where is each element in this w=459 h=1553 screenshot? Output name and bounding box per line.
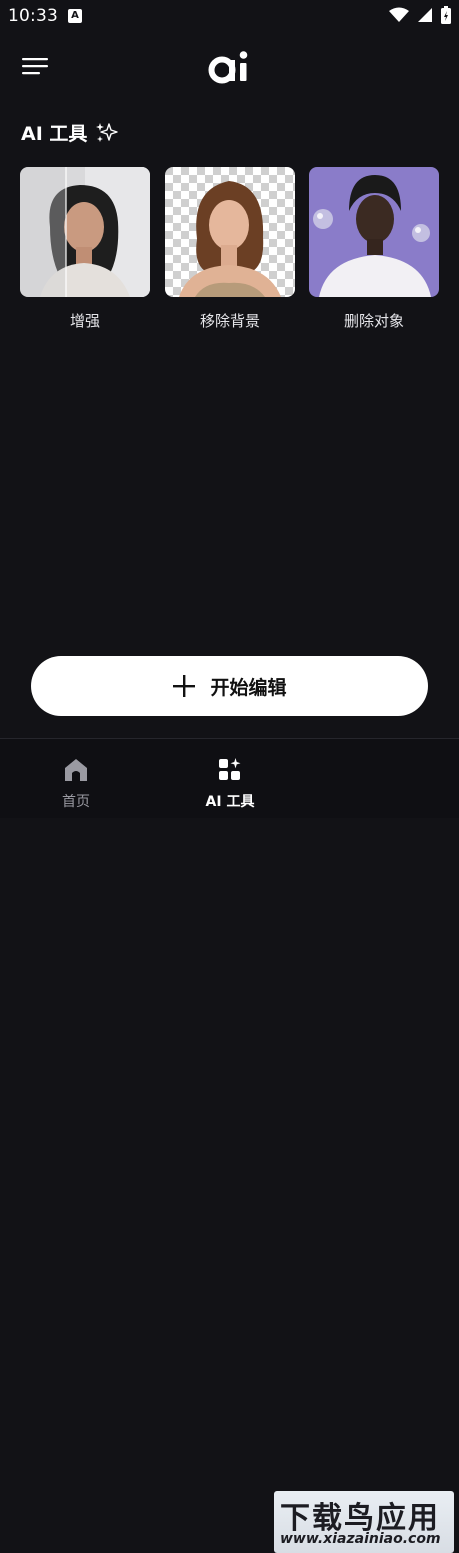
tab-home[interactable]: 首页 — [31, 757, 121, 811]
sparkle-icon — [96, 122, 119, 142]
remove-background-thumbnail — [165, 167, 295, 297]
watermark-logo: 下载鸟应用 www.xiazainiao.com — [274, 1491, 454, 1553]
tool-label-enhance: 增强 — [69, 312, 100, 330]
section-title: AI 工具 — [21, 119, 119, 146]
plus-icon — [173, 675, 196, 697]
start-editing-button[interactable]: 开始编辑 — [31, 656, 428, 716]
status-time: 10:33 — [8, 6, 58, 26]
battery-icon — [441, 6, 451, 24]
tool-card-enhance[interactable]: 增强 — [20, 167, 150, 331]
tool-card-remove-object[interactable]: 删除对象 — [309, 167, 439, 331]
tab-ai-tools[interactable]: AI 工具 — [185, 757, 275, 811]
status-bar: 10:33 A — [0, 0, 459, 32]
enhance-thumbnail — [20, 167, 150, 297]
home-icon — [65, 759, 87, 781]
remove-object-thumbnail — [309, 167, 439, 297]
tab-ai-tools-label: AI 工具 — [205, 794, 255, 810]
start-editing-label: 开始编辑 — [210, 676, 287, 699]
app-logo — [208, 50, 254, 84]
bottom-tab-bar: 首页 AI 工具 下载鸟应用 www.xiazainiao.com — [0, 738, 459, 1553]
signal-icon — [418, 8, 432, 22]
status-icons — [389, 6, 451, 24]
menu-button[interactable] — [22, 56, 50, 78]
menu-icon — [22, 58, 48, 75]
tool-label-remove-object: 删除对象 — [343, 312, 404, 330]
tool-label-remove-background: 移除背景 — [199, 312, 260, 330]
notification-icon: A — [68, 9, 82, 23]
apps-sparkle-icon — [219, 758, 241, 780]
tool-card-remove-background[interactable]: 移除背景 — [165, 167, 295, 331]
ai-tools-list: 增强 移除背景 删除对象 — [20, 167, 440, 337]
watermark-url: www.xiazainiao.com — [280, 1531, 441, 1547]
section-title-text: AI 工具 — [21, 123, 88, 145]
tab-home-label: 首页 — [62, 794, 90, 810]
wifi-icon — [389, 7, 409, 22]
